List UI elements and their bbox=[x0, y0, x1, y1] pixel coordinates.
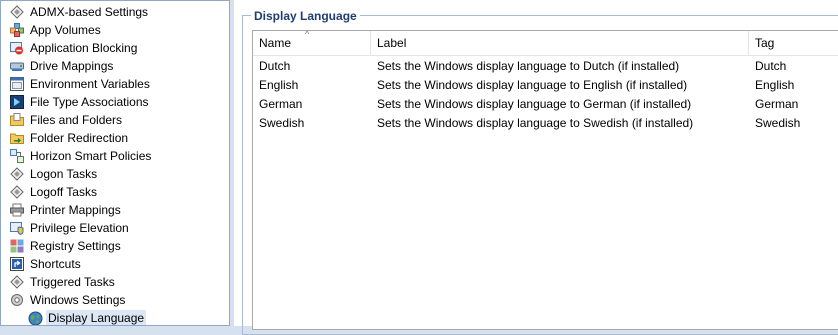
application-blocking-icon bbox=[9, 40, 25, 56]
cell-label: Sets the Windows display language to Ger… bbox=[377, 97, 692, 111]
tree-item-label: Folder Redirection bbox=[30, 131, 129, 145]
tree-item-admx-based-settings[interactable]: ADMX-based Settings bbox=[9, 3, 227, 21]
tree-item-horizon-smart-policies[interactable]: Horizon Smart Policies bbox=[9, 147, 227, 165]
tree-item-label: Application Blocking bbox=[30, 41, 138, 55]
tree-item-shortcuts[interactable]: Shortcuts bbox=[9, 255, 227, 273]
tree-item-logoff-tasks[interactable]: Logoff Tasks bbox=[9, 183, 227, 201]
cell-name: German bbox=[259, 97, 303, 111]
tree-item-app-volumes[interactable]: App Volumes bbox=[9, 21, 227, 39]
tree-item-label: Drive Mappings bbox=[30, 59, 114, 73]
cell-tag: English bbox=[755, 78, 795, 92]
list-row[interactable]: Dutch Sets the Windows display language … bbox=[253, 57, 838, 76]
column-header-label: Tag bbox=[755, 36, 775, 50]
list-row[interactable]: Swedish Sets the Windows display languag… bbox=[253, 114, 838, 133]
environment-variables-icon bbox=[9, 76, 25, 92]
group-title: Display Language bbox=[251, 8, 360, 24]
tree-item-triggered-tasks[interactable]: Triggered Tasks bbox=[9, 273, 227, 291]
tree-item-label: Registry Settings bbox=[30, 239, 121, 253]
cell-tag: Dutch bbox=[755, 59, 787, 73]
registry-settings-icon bbox=[9, 238, 25, 254]
list-row[interactable]: German Sets the Windows display language… bbox=[253, 95, 838, 114]
files-and-folders-icon bbox=[9, 112, 25, 128]
drive-mappings-icon bbox=[9, 58, 25, 74]
list-row[interactable]: English Sets the Windows display languag… bbox=[253, 76, 838, 95]
column-header-name[interactable]: Name ^ bbox=[253, 29, 371, 56]
cell-tag: German bbox=[755, 97, 799, 111]
tree-item-label: Logon Tasks bbox=[30, 167, 98, 181]
tree-item-label: Horizon Smart Policies bbox=[30, 149, 152, 163]
sort-ascending-icon: ^ bbox=[305, 29, 310, 39]
details-panel: Display Language Name ^ Label Tag Dutch … bbox=[234, 0, 838, 335]
shortcuts-icon bbox=[9, 256, 25, 272]
tree-item-label: Files and Folders bbox=[30, 113, 123, 127]
column-header-label: Label bbox=[377, 36, 407, 50]
column-header-label: Name bbox=[259, 36, 292, 50]
tree-item-display-language[interactable]: Display Language bbox=[27, 309, 147, 325]
privilege-elevation-icon bbox=[9, 220, 25, 236]
tree-item-label: Environment Variables bbox=[30, 77, 150, 91]
triggered-tasks-icon bbox=[9, 274, 25, 290]
tree-item-application-blocking[interactable]: Application Blocking bbox=[9, 39, 227, 57]
tree-item-label: App Volumes bbox=[30, 23, 101, 37]
tree-item-files-and-folders[interactable]: Files and Folders bbox=[9, 111, 227, 129]
tree-item-label: Printer Mappings bbox=[30, 203, 121, 217]
tree-item-environment-variables[interactable]: Environment Variables bbox=[9, 75, 227, 93]
tree-item-label: ADMX-based Settings bbox=[30, 5, 149, 19]
column-header-label-col[interactable]: Label bbox=[371, 31, 749, 56]
tree-item-label: Logoff Tasks bbox=[30, 185, 97, 199]
tree-item-label: Display Language bbox=[46, 310, 147, 325]
cell-tag: Swedish bbox=[755, 116, 801, 130]
tree-item-label: File Type Associations bbox=[30, 95, 149, 109]
tree-item-registry-settings[interactable]: Registry Settings bbox=[9, 237, 227, 255]
cell-name: Swedish bbox=[259, 116, 305, 130]
tree-item-printer-mappings[interactable]: Printer Mappings bbox=[9, 201, 227, 219]
tree-item-folder-redirection[interactable]: Folder Redirection bbox=[9, 129, 227, 147]
horizon-smart-policies-icon bbox=[9, 148, 25, 164]
printer-mappings-icon bbox=[9, 202, 25, 218]
cell-label: Sets the Windows display language to Dut… bbox=[377, 59, 680, 73]
folder-redirection-icon bbox=[9, 130, 25, 146]
cell-name: English bbox=[259, 78, 299, 92]
list-header: Name ^ Label Tag bbox=[253, 29, 838, 56]
tree-item-label: Triggered Tasks bbox=[30, 275, 115, 289]
cell-name: Dutch bbox=[259, 59, 291, 73]
tree-item-privilege-elevation[interactable]: Privilege Elevation bbox=[9, 219, 227, 237]
admx-settings-icon bbox=[9, 4, 25, 20]
navigation-tree[interactable]: ADMX-based Settings App Volumes Applicat… bbox=[0, 0, 230, 326]
logoff-tasks-icon bbox=[9, 184, 25, 200]
tree-item-logon-tasks[interactable]: Logon Tasks bbox=[9, 165, 227, 183]
tree-item-label: Shortcuts bbox=[30, 257, 81, 271]
cell-label: Sets the Windows display language to Swe… bbox=[377, 116, 694, 130]
app-volumes-icon bbox=[9, 22, 25, 38]
cell-label: Sets the Windows display language to Eng… bbox=[377, 78, 688, 92]
tree-item-drive-mappings[interactable]: Drive Mappings bbox=[9, 57, 227, 75]
tree-item-label: Privilege Elevation bbox=[30, 221, 129, 235]
tree-item-file-type-associations[interactable]: File Type Associations bbox=[9, 93, 227, 111]
tree-item-windows-settings[interactable]: Windows Settings bbox=[9, 291, 227, 309]
display-language-list[interactable]: Name ^ Label Tag Dutch Sets the Windows … bbox=[252, 29, 838, 330]
windows-settings-icon bbox=[9, 292, 25, 308]
logon-tasks-icon bbox=[9, 166, 25, 182]
file-type-associations-icon bbox=[9, 94, 25, 110]
globe-icon bbox=[27, 310, 43, 325]
column-header-tag[interactable]: Tag bbox=[749, 31, 838, 56]
tree-item-label: Windows Settings bbox=[30, 293, 126, 307]
